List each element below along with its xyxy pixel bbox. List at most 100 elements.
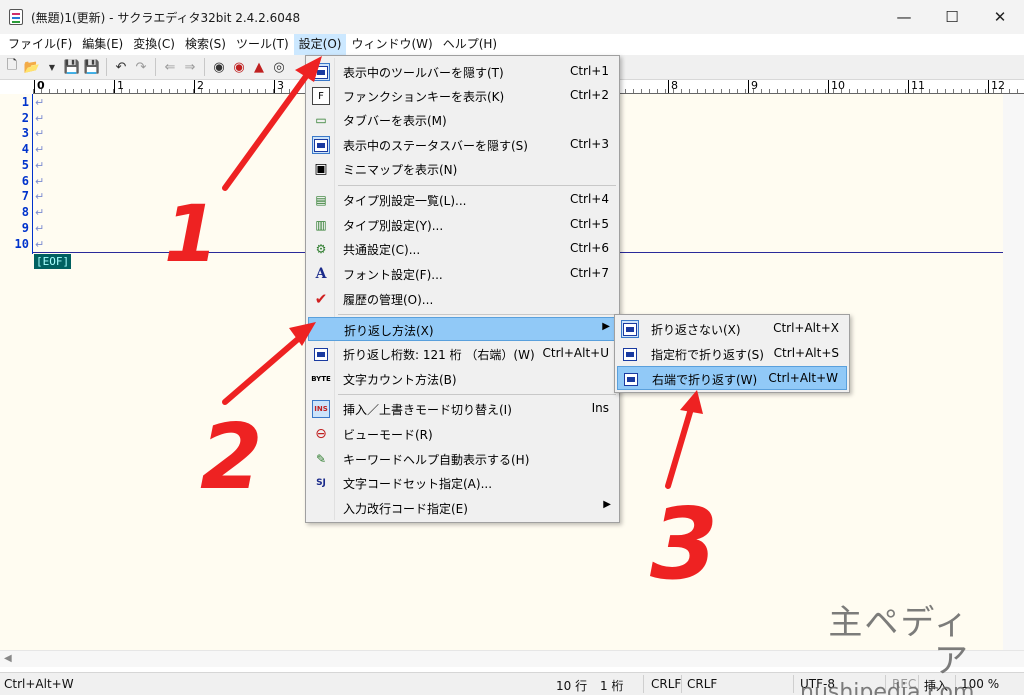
menu-item-label: タイプ別設定一覧(L)... [343, 194, 467, 208]
status-separator [643, 675, 644, 693]
menu-item-label: 文字カウント方法(B) [343, 373, 457, 387]
minimap-icon: ▣ [314, 161, 328, 177]
eol-mark: ↵ [35, 222, 45, 235]
ruler-label: 3 [274, 80, 284, 93]
save-icon[interactable]: 💾 [63, 58, 81, 76]
menu-item-shortcut: Ctrl+3 [569, 137, 609, 151]
menu-item-type-settings[interactable]: ▥ タイプ別設定(Y)... Ctrl+5 [308, 213, 617, 237]
annotation-step-2: 2 [200, 405, 263, 510]
wrap-method-submenu: 折り返さない(X) Ctrl+Alt+X 指定桁で折り返す(S) Ctrl+Al… [614, 314, 850, 393]
vertical-scrollbar[interactable] [1003, 94, 1024, 650]
menu-item-label: タブバーを表示(M) [343, 114, 447, 128]
function-key-icon: F [312, 87, 330, 105]
menu-bar: ファイル(F) 編集(E) 変換(C) 検索(S) ツール(T) 設定(O) ウ… [0, 34, 1024, 55]
scroll-left-icon[interactable]: ◀ [4, 653, 12, 664]
menu-item-label: フォント設定(F)... [343, 268, 443, 282]
menu-help[interactable]: ヘルプ(H) [438, 34, 502, 55]
eol-mark: ↵ [35, 112, 45, 125]
compare-icon[interactable]: ◎ [270, 58, 288, 76]
status-eol-input[interactable]: CRLF [687, 677, 717, 691]
menu-convert[interactable]: 変換(C) [128, 34, 180, 55]
submenu-item-wrap-at-edge[interactable]: 右端で折り返す(W) Ctrl+Alt+W [617, 366, 847, 390]
menu-item-font-settings[interactable]: A フォント設定(F)... Ctrl+7 [308, 262, 617, 286]
menu-item-common-settings[interactable]: ⚙ 共通設定(C)... Ctrl+6 [308, 237, 617, 261]
ruler-label: 10 [828, 80, 845, 93]
ruler-label: 2 [194, 80, 204, 93]
gutter-divider [32, 94, 33, 254]
redo-icon[interactable]: ↷ [132, 58, 150, 76]
menu-item-hide-toolbar[interactable]: 表示中のツールバーを隠す(T) Ctrl+1 [308, 60, 617, 84]
submenu-item-shortcut: Ctrl+Alt+W [768, 371, 838, 385]
ruler-label: 12 [988, 80, 1005, 93]
line-number: 7 [21, 189, 29, 203]
save-all-icon[interactable]: 💾 [83, 58, 101, 76]
jump-forward-icon[interactable]: ⇒ [181, 58, 199, 76]
menu-item-wrap-column[interactable]: 折り返し桁数: 121 桁 （右端）(W) Ctrl+Alt+U [308, 342, 617, 366]
menu-edit[interactable]: 編集(E) [77, 34, 128, 55]
menu-item-view-mode[interactable]: ⊖ ビューモード(R) [308, 422, 617, 446]
font-icon: A [315, 266, 327, 282]
status-separator [681, 675, 682, 693]
menu-item-label: 折り返し桁数: 121 桁 （右端）(W) [343, 348, 535, 362]
jump-back-icon[interactable]: ⇐ [161, 58, 179, 76]
menu-item-type-list[interactable]: ▤ タイプ別設定一覧(L)... Ctrl+4 [308, 188, 617, 212]
grep-icon[interactable]: ▲ [250, 58, 268, 76]
ruler-label: 0 [34, 80, 45, 93]
open-file-icon[interactable]: 📂 [23, 58, 41, 76]
menu-item-keyword-help[interactable]: ✎ キーワードヘルプ自動表示する(H) [308, 447, 617, 471]
search-next-icon[interactable]: ◉ [230, 58, 248, 76]
sakura-editor-icon [9, 9, 23, 25]
window-title: (無題)1(更新) - サクラエディタ32bit 2.4.2.6048 [31, 10, 301, 25]
menu-item-wrap-method[interactable]: 折り返し方法(X) ▶ [308, 317, 617, 341]
new-file-icon[interactable]: 🗋 [3, 58, 21, 76]
menu-item-shortcut: Ctrl+6 [569, 241, 609, 255]
submenu-item-no-wrap[interactable]: 折り返さない(X) Ctrl+Alt+X [617, 317, 847, 341]
menu-settings[interactable]: 設定(O) [293, 34, 347, 55]
watermark-url: nushipedia.com [800, 680, 975, 695]
close-button[interactable]: ✕ [976, 0, 1024, 34]
menu-item-char-count[interactable]: BYTE 文字カウント方法(B) [308, 367, 617, 391]
line-number: 5 [21, 158, 29, 172]
search-prev-icon[interactable]: ◉ [210, 58, 228, 76]
menu-item-label: 挿入／上書きモード切り替え(I) [343, 403, 512, 417]
status-message: Ctrl+Alt+W [4, 677, 74, 691]
settings-menu: 表示中のツールバーを隠す(T) Ctrl+1 F ファンクションキーを表示(K)… [305, 55, 620, 523]
menu-item-history[interactable]: ✔ 履歴の管理(O)... [308, 287, 617, 311]
eol-mark: ↵ [35, 143, 45, 156]
ruler-label: 8 [668, 80, 678, 93]
menu-separator [338, 394, 616, 395]
toolbar-separator [106, 58, 107, 76]
undo-icon[interactable]: ↶ [112, 58, 130, 76]
menu-item-label: ミニマップを表示(N) [343, 163, 458, 177]
menu-item-label: 共通設定(C)... [343, 243, 421, 257]
ruler-corner [0, 80, 33, 94]
minimize-button[interactable]: — [880, 0, 928, 34]
dropdown-icon[interactable]: ▼ [43, 58, 61, 76]
menu-item-show-tabbar[interactable]: ▭ タブバーを表示(M) [308, 108, 617, 132]
status-eol[interactable]: CRLF [651, 677, 681, 691]
eol-mark: ↵ [35, 175, 45, 188]
submenu-item-wrap-at-column[interactable]: 指定桁で折り返す(S) Ctrl+Alt+S [617, 342, 847, 366]
no-wrap-icon [621, 320, 639, 338]
byte-count-icon: BYTE [311, 375, 331, 383]
maximize-button[interactable]: ☐ [928, 0, 976, 34]
menu-item-input-eol[interactable]: 入力改行コード指定(E) ▶ [308, 496, 617, 520]
watermark-title: 主ペディア [828, 603, 970, 681]
eol-mark: ↵ [35, 190, 45, 203]
menu-item-show-minimap[interactable]: ▣ ミニマップを表示(N) [308, 157, 617, 181]
menu-file[interactable]: ファイル(F) [3, 34, 77, 55]
submenu-arrow-icon: ▶ [602, 321, 610, 332]
menu-item-shortcut: Ctrl+1 [569, 64, 609, 78]
menu-item-insert-overwrite[interactable]: INS 挿入／上書きモード切り替え(I) Ins [308, 397, 617, 421]
menu-item-charset[interactable]: SJ 文字コードセット指定(A)... [308, 471, 617, 495]
menu-search[interactable]: 検索(S) [180, 34, 231, 55]
menu-window[interactable]: ウィンドウ(W) [346, 34, 437, 55]
tabbar-icon: ▭ [315, 113, 327, 127]
statusbar-icon [312, 136, 330, 154]
menu-item-hide-statusbar[interactable]: 表示中のステータスバーを隠す(S) Ctrl+3 [308, 133, 617, 157]
menu-item-show-function-keys[interactable]: F ファンクションキーを表示(K) Ctrl+2 [308, 84, 617, 108]
menu-tools[interactable]: ツール(T) [231, 34, 294, 55]
ruler-label: 1 [114, 80, 124, 93]
line-number-gutter: 1 2 3 4 5 6 7 8 9 10 [0, 94, 33, 254]
menu-item-label: キーワードヘルプ自動表示する(H) [343, 453, 530, 467]
